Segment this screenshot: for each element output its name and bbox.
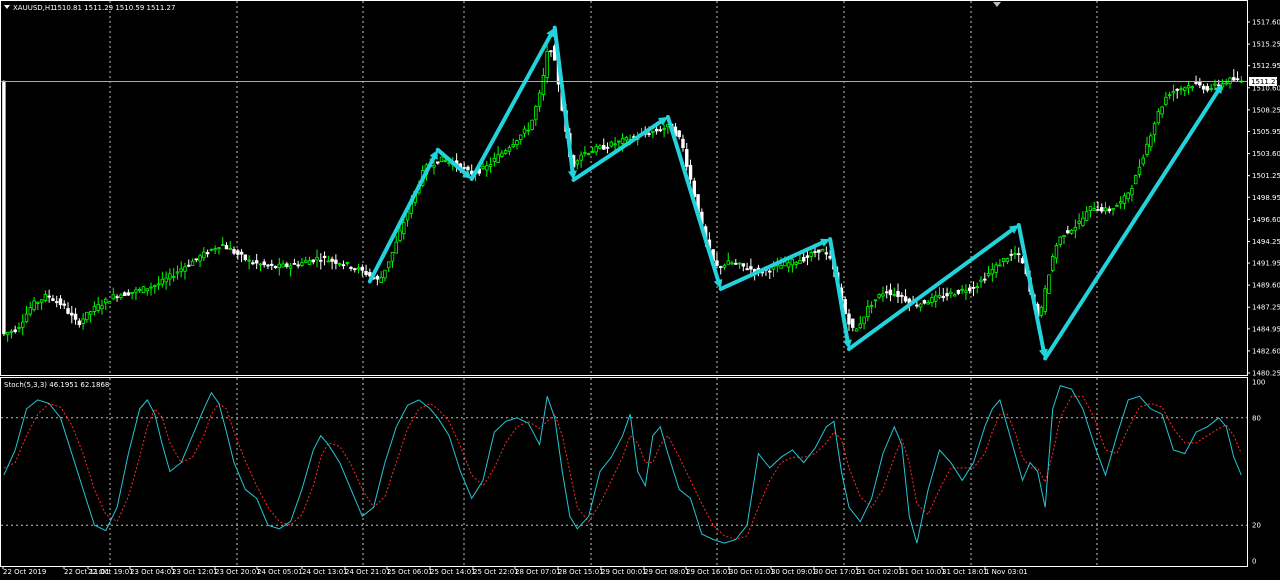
price-tick-label: 1505.95	[1252, 128, 1280, 136]
time-tick-label: 30 Oct 09:01	[771, 568, 817, 576]
time-tick-label: 28 Oct 15:01	[558, 568, 604, 576]
time-tick-label: 22 Oct 19:01	[88, 568, 134, 576]
stoch-tick-label: 80	[1252, 414, 1261, 422]
time-tick-label: 31 Oct 18:01	[942, 568, 988, 576]
time-tick-label: 23 Oct 04:01	[130, 568, 176, 576]
time-tick-label: 30 Oct 17:01	[814, 568, 860, 576]
candle	[2, 80, 6, 336]
candle	[1050, 253, 1055, 273]
time-tick-label: 25 Oct 06:01	[387, 568, 433, 576]
time-tick-label: 1 Nov 03:01	[985, 568, 1028, 576]
price-tick-label: 1489.60	[1252, 282, 1280, 290]
price-tick-label: 1494.25	[1252, 238, 1280, 246]
time-tick-label: 31 Oct 10:01	[900, 568, 946, 576]
candle	[1047, 274, 1051, 294]
time-tick-label: 30 Oct 01:01	[729, 568, 775, 576]
price-tick-label: 1491.95	[1252, 260, 1280, 268]
candle	[107, 300, 112, 304]
price-tick-label: 1498.95	[1252, 194, 1280, 202]
current-price-label: 1511.27	[1251, 78, 1280, 86]
candle	[1133, 174, 1138, 185]
time-axis: 22 Oct 2019 22 Oct 11:0122 Oct 19:0123 Oc…	[2, 566, 1028, 576]
price-tick-label: 1480.25	[1252, 370, 1280, 378]
time-tick-label: 28 Oct 07:01	[515, 568, 561, 576]
price-tick-label: 1517.60	[1252, 19, 1280, 27]
time-tick-label: 31 Oct 02:01	[857, 568, 903, 576]
price-tick-label: 1482.60	[1252, 347, 1280, 355]
candle	[854, 328, 859, 332]
chart-header: XAUUSD,H1 1510.81 1511.29 1510.59 1511.2…	[4, 4, 175, 12]
stoch-tick-label: 0	[1252, 558, 1256, 566]
time-tick-label: 24 Oct 21:01	[345, 568, 391, 576]
candle	[545, 45, 549, 84]
candle	[530, 119, 534, 131]
time-tick-label: 22 Oct 2019	[3, 568, 46, 576]
time-tick-label: 24 Oct 13:01	[302, 568, 348, 576]
candle	[439, 156, 444, 162]
price-tick-label: 1487.25	[1252, 304, 1280, 312]
time-tick-label: 29 Oct 00:01	[601, 568, 647, 576]
price-tick-label: 1512.95	[1252, 62, 1280, 70]
time-tick-label: 25 Oct 22:01	[473, 568, 519, 576]
ohlc-values: 1510.81 1511.29 1510.59 1511.27	[53, 4, 175, 12]
price-tick-label: 1503.60	[1252, 150, 1280, 158]
symbol-label: XAUUSD,H1	[13, 4, 55, 12]
candle	[141, 286, 146, 294]
time-tick-label: 25 Oct 14:01	[430, 568, 476, 576]
stoch-tick-label: 100	[1252, 379, 1265, 387]
time-tick-label: 23 Oct 20:01	[215, 568, 261, 576]
time-tick-label: 29 Oct 16:01	[686, 568, 732, 576]
trading-chart[interactable]: 1517.601515.251512.951510.601508.251505.…	[0, 0, 1280, 580]
price-tick-label: 1515.25	[1252, 41, 1280, 49]
price-tick-label: 1496.60	[1252, 216, 1280, 224]
price-tick-label: 1501.25	[1252, 172, 1280, 180]
stoch-tick-label: 20	[1252, 522, 1261, 530]
time-tick-label: 23 Oct 12:01	[172, 568, 218, 576]
price-tick-label: 1508.25	[1252, 106, 1280, 114]
stoch-indicator-label: Stoch(5,3,3) 46.1951 62.1868	[4, 381, 109, 389]
candle	[1043, 285, 1047, 315]
price-tick-label: 1484.95	[1252, 325, 1280, 333]
time-tick-label: 24 Oct 05:01	[257, 568, 303, 576]
time-tick-label: 29 Oct 08:01	[644, 568, 690, 576]
